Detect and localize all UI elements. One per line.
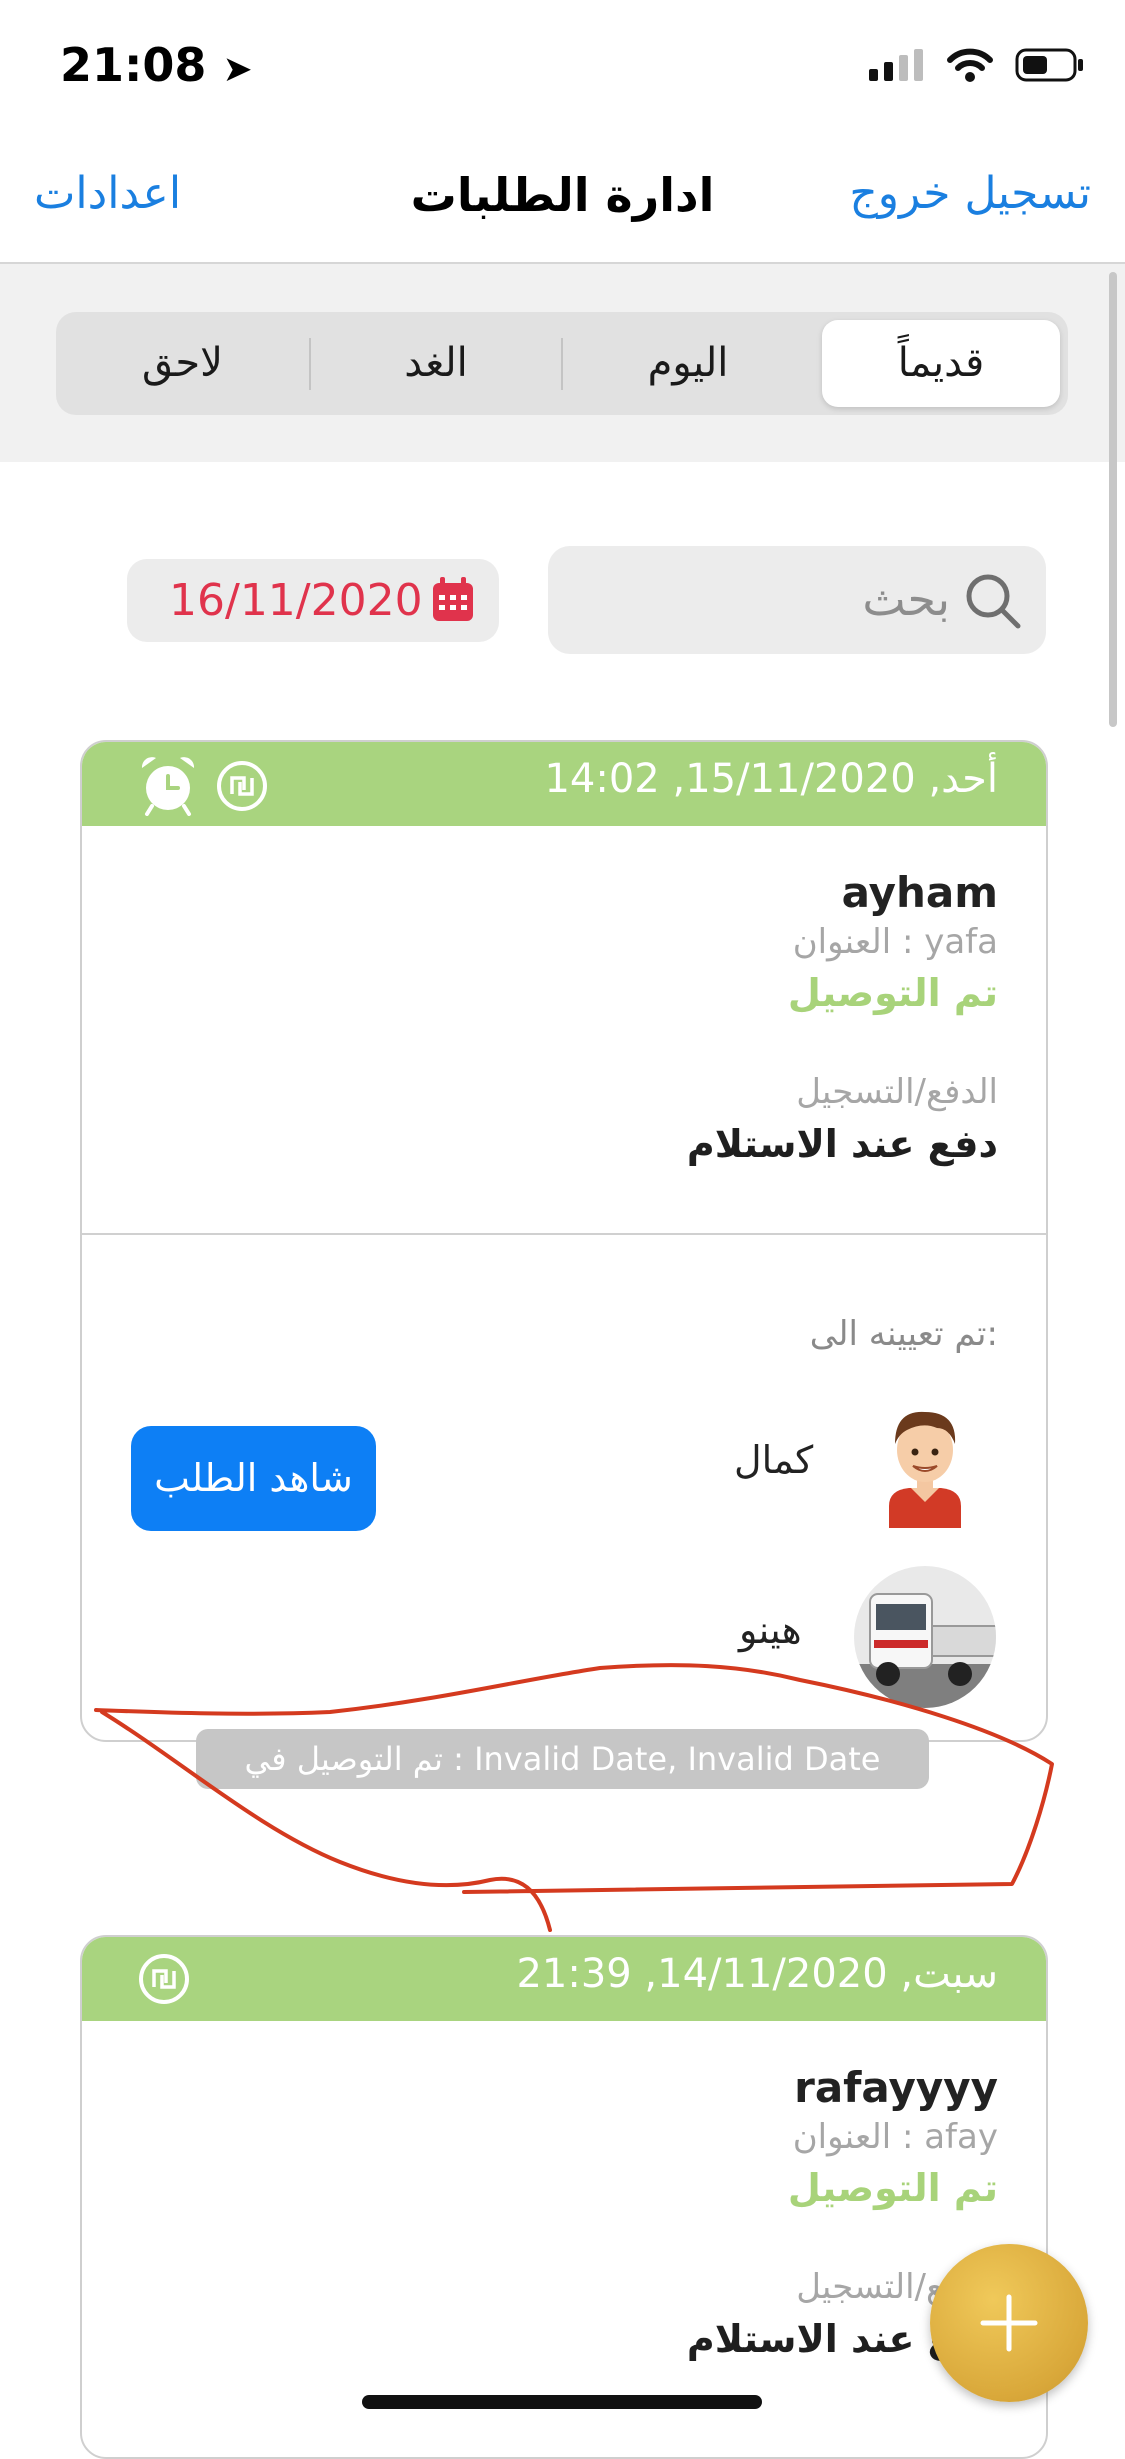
- order-card-header: سبت, 14/11/2020, 21:39: [82, 1937, 1046, 2021]
- plus-icon: [980, 2294, 1038, 2352]
- home-indicator[interactable]: [362, 2395, 762, 2409]
- order-datetime: سبت, 14/11/2020, 21:39: [516, 1951, 998, 1997]
- customer-address: العنوان : afay: [792, 2117, 998, 2157]
- add-order-button[interactable]: [930, 2244, 1088, 2402]
- status-badge: تم التوصيل: [787, 2166, 998, 2210]
- shekel-icon: [139, 1954, 189, 2004]
- customer-name: rafayyyy: [794, 2063, 998, 2112]
- order-card[interactable]: سبت, 14/11/2020, 21:39 rafayyyy العنوان …: [80, 1935, 1048, 2459]
